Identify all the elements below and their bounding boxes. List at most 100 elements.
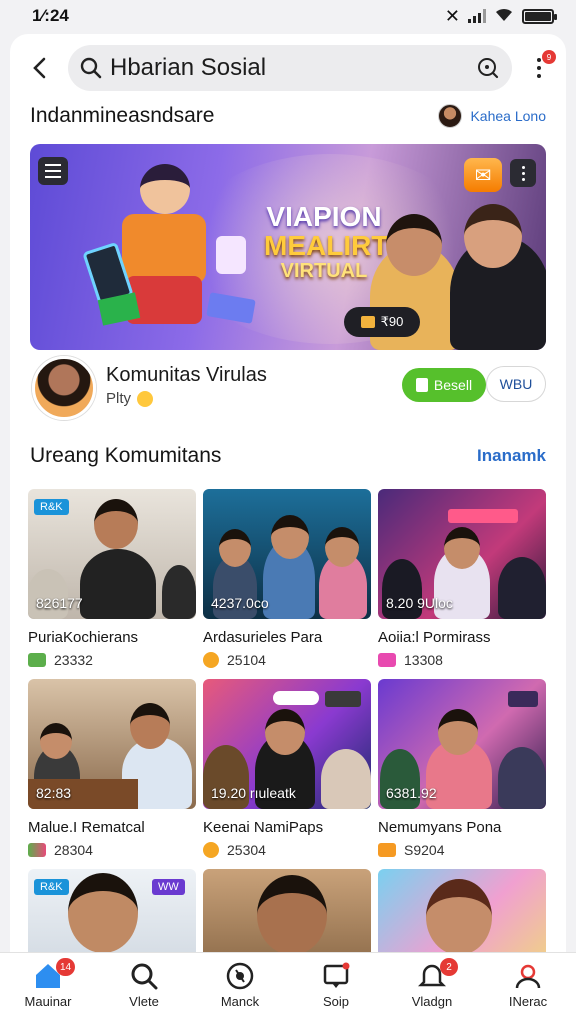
community-tile[interactable]: 82:83 Malue.I Rematcal 28304 [28,679,196,858]
tile-title: Aoiia:l Pormirass [378,629,491,646]
section-title: Ureang Komumitans [30,444,222,467]
search-submit-icon[interactable] [476,56,500,80]
view-count: 19.20 rıuleatk [211,785,296,801]
avatar [438,104,463,128]
search-icon [80,57,102,79]
tile-stat: 25304 [203,842,371,858]
tile-stat: 28304 [28,842,196,858]
wifi-icon [494,6,514,27]
avatar[interactable] [32,356,96,420]
view-count: 6381.92 [386,785,437,801]
kebab-icon[interactable] [510,159,536,187]
view-count: 826177 [36,595,83,611]
search-input[interactable]: Hbarian Sosial [110,54,468,82]
members-icon [378,653,396,667]
chevron-left-icon [33,57,46,79]
thumbnail: 4237.0co [203,489,371,619]
kebab-icon [537,58,541,78]
tile-title: Malue.I Rematcal [28,819,145,836]
community-tile[interactable]: 4237.0co Ardasurieles Para 25104 [203,489,371,668]
community-tile[interactable] [378,869,546,952]
view-count: 82:83 [36,785,72,801]
tile-title: Keenai NamiPaps [203,819,324,836]
emoji-icon [203,652,219,668]
document-icon [415,378,428,392]
header: Hbarian Sosial 9 [10,44,566,92]
community-subtitle: Plty [106,390,154,407]
thumbnail: R&K 826177 [28,489,196,619]
thumbnail: 8.20 9Uloc [378,489,546,619]
ticket-icon [360,316,375,328]
tile-title: PuriaKochierans [28,629,139,646]
see-all-link[interactable]: Inanamk [477,446,546,466]
view-count: 8.20 9Uloc [386,595,453,611]
community-tile[interactable]: R&K WW [28,869,196,952]
compass-icon [225,962,255,990]
tile-stat: S9204 [378,842,546,858]
chat-icon [321,962,351,990]
community-name: Komunitas Virulas [106,364,267,386]
app-icon [216,236,246,274]
nav-item-chat[interactable]: Soip [290,962,382,1009]
members-icon [28,843,46,857]
featured-banner[interactable]: VIAPION MEALIRT VIRTUAL ✉ ₹90 [30,144,546,350]
members-icon [378,843,396,857]
join-button[interactable]: Besell [402,368,486,402]
close-x-icon: ✕ [444,5,460,26]
status-bar: 1⁄:24 ✕ [0,0,576,32]
more-options-button[interactable]: 9 [512,44,566,92]
community-tile[interactable]: R&K 826177 PuriaKochierans 23332 [28,489,196,668]
community-tile[interactable]: 6381.92 Nemumyans Pona S9204 [378,679,546,858]
community-tile[interactable]: 8.20 9Uloc Aoiia:l Pormirass 13308 [378,489,546,668]
thumbnail: 6381.92 [378,679,546,809]
view-count: 4237.0co [211,595,269,611]
signal-icon [468,9,486,23]
status-icons: ✕ [444,5,557,27]
community-row: Komunitas Virulas Plty Besell WBU [30,350,546,426]
members-icon [28,653,46,667]
tile-title: Nemumyans Pona [378,819,502,836]
search-bar[interactable]: Hbarian Sosial [68,45,512,91]
battery-icon [522,8,557,24]
notification-badge: 14 [56,958,76,976]
top-section-header: Indanmineasndsare Kahea Lono [30,104,546,128]
nav-item-home[interactable]: Mauinar 14 [2,958,94,1009]
back-button[interactable] [10,44,68,92]
thumbnail: 19.20 rıuleatk [203,679,371,809]
nav-item-search[interactable]: Vlete [98,962,190,1009]
tile-title: Ardasurieles Para [203,629,323,646]
community-tile[interactable]: 19.20 rıuleatk Keenai NamiPaps 25304 [203,679,371,858]
tag-badge: R&K [34,499,69,515]
thumbnail [378,869,546,952]
status-time: 1⁄:24 [32,6,69,25]
emoji-icon [203,842,219,858]
nav-item-notifications[interactable]: Vladgn 2 [386,958,478,1009]
profile-icon [513,962,543,990]
banner-price-pill[interactable]: ₹90 [344,307,420,337]
bottom-navigation: Mauinar 14 Vlete Manck Soip Vladgn 2 INe… [0,952,576,1024]
nav-item-profile[interactable]: INerac [482,962,574,1009]
thumbnail: 82:83 [28,679,196,809]
notification-badge: 2 [440,958,458,976]
tile-stat: 23332 [28,652,196,668]
emoji-icon [137,390,154,407]
banner-title: VIAPION MEALIRT VIRTUAL [264,201,389,282]
nav-item-explore[interactable]: Manck [194,962,286,1009]
grid-section-header: Ureang Komumitans Inanamk [30,444,546,468]
secondary-button[interactable]: WBU [486,366,546,402]
user-name: Kahea Lono [470,108,546,124]
tile-stat: 13308 [378,652,546,668]
mail-icon[interactable]: ✉ [464,158,502,192]
notification-badge: 9 [542,50,556,64]
section-title: Indanmineasndsare [30,104,215,127]
search-icon [129,962,159,990]
user-chip[interactable]: Kahea Lono [438,104,546,128]
tile-stat: 25104 [203,652,371,668]
community-tile[interactable] [203,869,371,952]
tag-badge: WW [152,879,185,895]
thumbnail [203,869,371,952]
menu-icon[interactable] [38,157,68,185]
main-card: Hbarian Sosial 9 Indanmineasndsare Kahea… [10,34,566,952]
tag-badge: R&K [34,879,69,895]
thumbnail: R&K WW [28,869,196,952]
